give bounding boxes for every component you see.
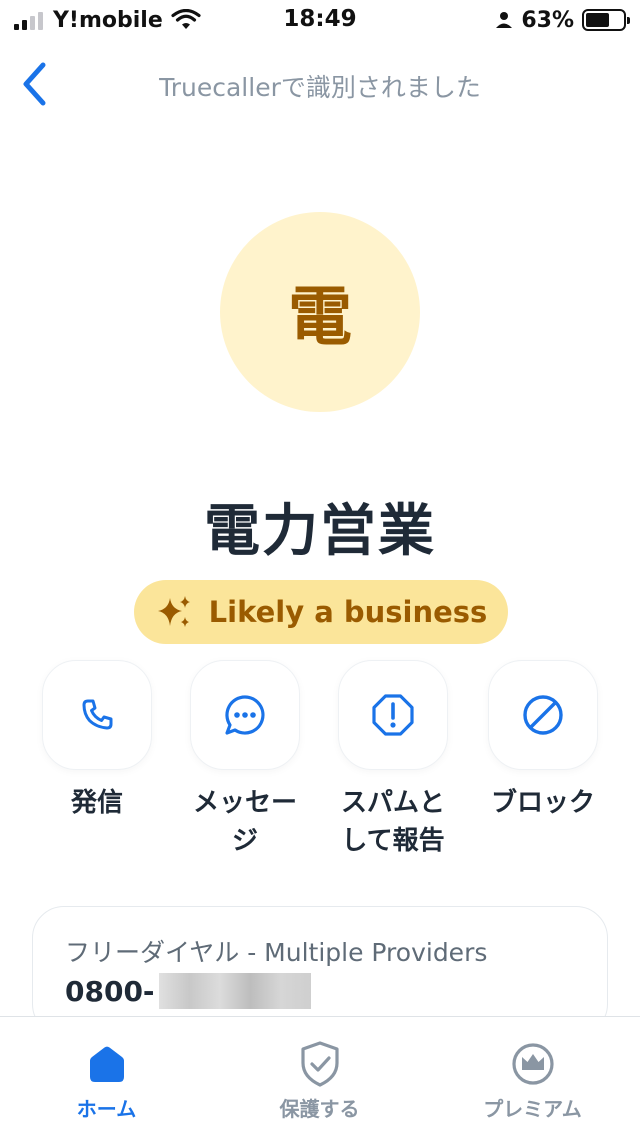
status-bar: Y!mobile 18:49 63% [0,0,640,40]
block-action[interactable]: ブロック [478,660,608,822]
report-spam-action[interactable]: スパムとして報告 [328,660,458,860]
person-icon [496,12,513,28]
call-action[interactable]: 発信 [32,660,162,822]
message-action[interactable]: メッセージ [180,660,310,860]
message-icon [225,695,265,735]
phone-number-prefix: 0800- [65,974,155,1008]
block-icon [523,695,563,735]
nav-protect-label: 保護する [279,1097,360,1121]
business-badge-label: Likely a business [208,595,488,629]
status-right: 63% [495,6,630,34]
phone-number[interactable]: 0800- [65,973,311,1009]
block-button[interactable] [488,660,598,770]
battery-percent: 63% [521,7,574,33]
shield-icon [300,1041,339,1087]
report-spam-button[interactable] [338,660,448,770]
phone-icon [82,699,113,730]
business-badge: Likely a business [134,580,508,644]
redacted-number [158,973,311,1009]
bottom-nav: ホーム 保護する プレミアム [0,1016,640,1136]
message-label: メッセージ [192,788,297,856]
contact-avatar: 電 [220,212,420,412]
nav-premium[interactable]: プレミアム [426,1017,639,1136]
number-type: フリーダイヤル - Multiple Providers [65,938,488,967]
nav-home[interactable]: ホーム [0,1017,213,1136]
message-button[interactable] [190,660,300,770]
report-spam-label: スパムとして報告 [340,788,445,856]
avatar-initial: 電 [288,281,352,355]
home-icon [89,1046,124,1082]
battery-icon [582,9,630,31]
nav-premium-label: プレミアム [483,1097,582,1121]
header-title: Truecallerで識別されました [159,73,481,102]
sparkle-icon [157,596,190,627]
nav-protect[interactable]: 保護する [213,1017,426,1136]
top-header: Truecallerで識別されました [0,52,640,116]
spam-report-icon [372,694,414,736]
call-button[interactable] [42,660,152,770]
action-row: 発信 メッセージ スパムとして報告 ブロック [32,660,608,870]
crown-icon [511,1043,554,1085]
block-label: ブロック [490,788,595,818]
nav-home-label: ホーム [76,1097,137,1121]
call-label: 発信 [70,788,123,818]
contact-name: 電力営業 [204,499,436,564]
